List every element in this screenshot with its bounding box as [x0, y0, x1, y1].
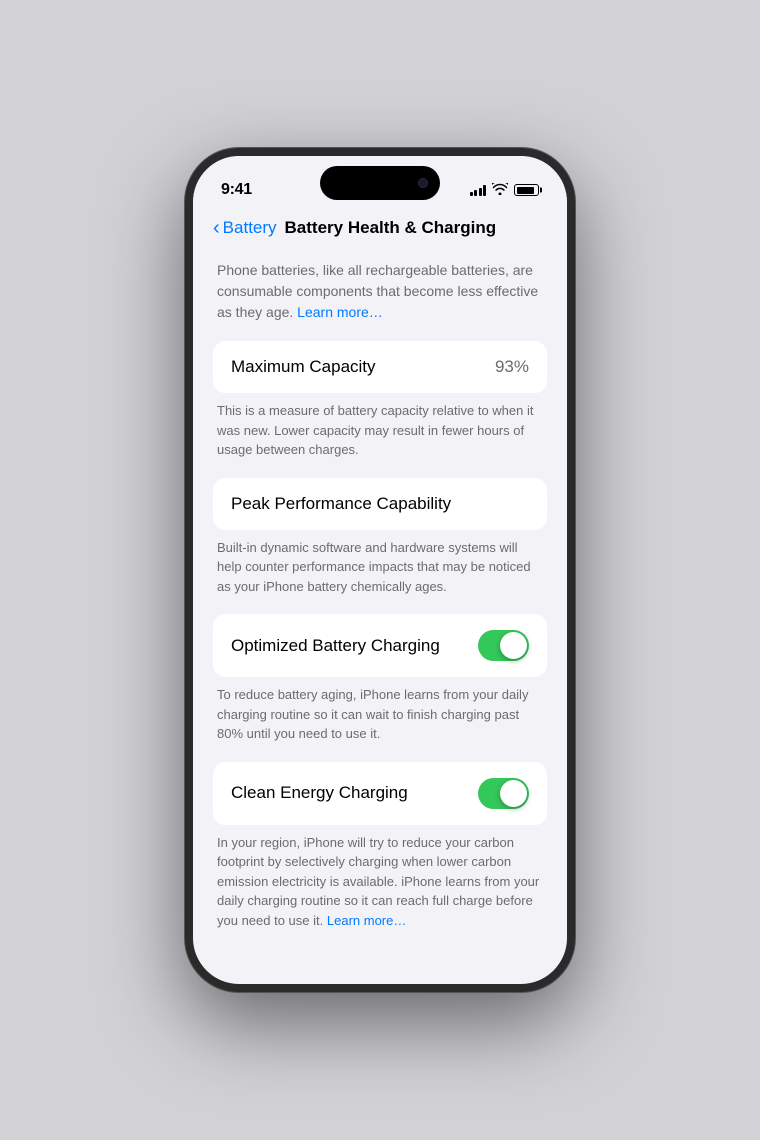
optimized-charging-desc: To reduce battery aging, iPhone learns f…: [217, 685, 543, 744]
page-title: Battery Health & Charging: [285, 218, 497, 238]
clean-energy-card: Clean Energy Charging: [213, 762, 547, 825]
intro-learn-more-link[interactable]: Learn more…: [297, 304, 383, 320]
content-area[interactable]: Phone batteries, like all rechargeable b…: [193, 250, 567, 984]
nav-header: ‹ Battery Battery Health & Charging: [193, 210, 567, 250]
peak-performance-desc: Built-in dynamic software and hardware s…: [217, 538, 543, 597]
maximum-capacity-desc: This is a measure of battery capacity re…: [217, 401, 543, 460]
dynamic-island: [320, 166, 440, 200]
status-time: 9:41: [221, 181, 252, 199]
maximum-capacity-value: 93%: [495, 357, 529, 377]
optimized-charging-row: Optimized Battery Charging: [231, 630, 529, 661]
maximum-capacity-row: Maximum Capacity 93%: [231, 357, 529, 377]
peak-performance-card: Peak Performance Capability: [213, 478, 547, 530]
peak-performance-row: Peak Performance Capability: [231, 494, 529, 514]
signal-icon: [470, 184, 487, 196]
back-chevron-icon: ‹: [213, 218, 220, 238]
maximum-capacity-title: Maximum Capacity: [231, 357, 376, 377]
peak-performance-title: Peak Performance Capability: [231, 494, 451, 514]
clean-energy-title: Clean Energy Charging: [231, 783, 408, 803]
intro-paragraph: Phone batteries, like all rechargeable b…: [213, 260, 547, 323]
phone-frame: 9:41: [185, 148, 575, 992]
status-icons: [470, 183, 540, 198]
clean-energy-toggle[interactable]: [478, 778, 529, 809]
toggle-knob: [500, 632, 527, 659]
back-label: Battery: [223, 218, 277, 238]
screen: 9:41: [193, 156, 567, 984]
battery-fill: [517, 187, 534, 194]
optimized-charging-title: Optimized Battery Charging: [231, 636, 440, 656]
status-bar: 9:41: [193, 156, 567, 210]
back-button[interactable]: ‹ Battery: [213, 218, 277, 238]
clean-energy-learn-more-link[interactable]: Learn more…: [327, 913, 406, 928]
toggle-knob-2: [500, 780, 527, 807]
optimized-charging-card: Optimized Battery Charging: [213, 614, 547, 677]
camera-indicator: [418, 178, 428, 188]
battery-icon: [514, 184, 539, 196]
maximum-capacity-card: Maximum Capacity 93%: [213, 341, 547, 393]
wifi-icon: [492, 183, 508, 198]
clean-energy-row: Clean Energy Charging: [231, 778, 529, 809]
clean-energy-desc: In your region, iPhone will try to reduc…: [217, 833, 543, 931]
optimized-charging-toggle[interactable]: [478, 630, 529, 661]
